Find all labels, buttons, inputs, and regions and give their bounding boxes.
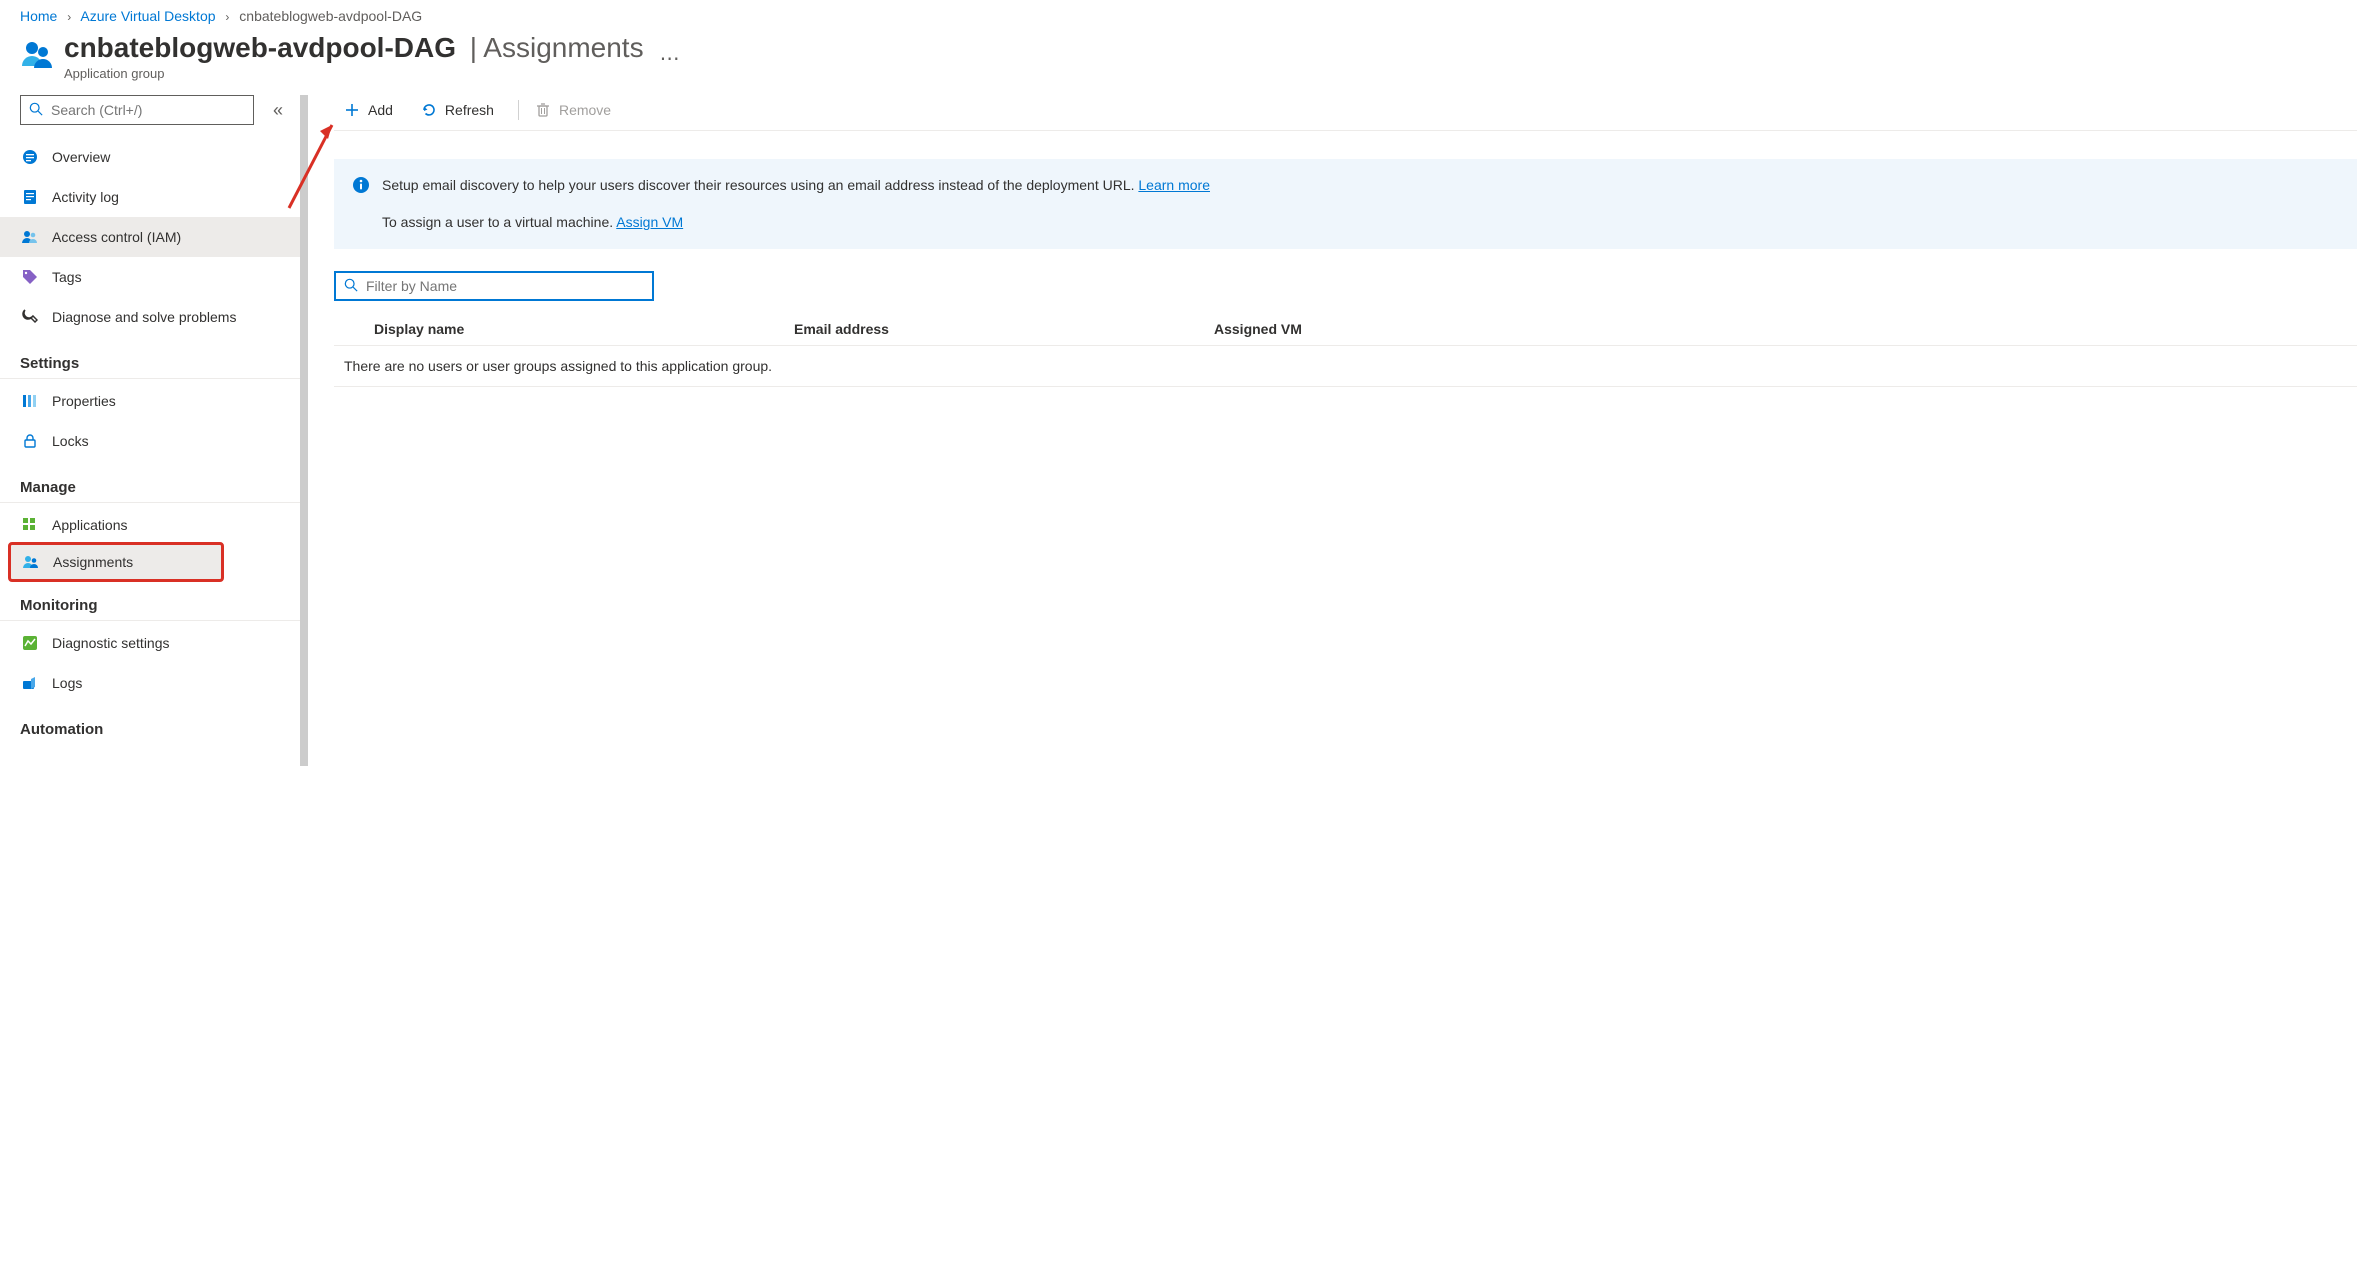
breadcrumb-home[interactable]: Home (20, 8, 57, 24)
sidebar-item-label: Tags (52, 269, 82, 285)
info-panel: Setup email discovery to help your users… (334, 159, 2357, 249)
overview-icon (20, 147, 40, 167)
application-group-icon (20, 38, 54, 72)
collapse-sidebar-icon[interactable]: « (266, 100, 290, 121)
activity-log-icon (20, 187, 40, 207)
resource-kind: Application group (64, 66, 644, 81)
divider (518, 100, 519, 120)
sidebar-item-logs[interactable]: Logs (0, 663, 300, 703)
sidebar-group-manage: Manage (0, 461, 300, 503)
more-icon[interactable]: ⋯ (660, 46, 682, 71)
filter-input[interactable] (364, 277, 644, 295)
sidebar-item-label: Logs (52, 675, 82, 691)
page-subtitle: | Assignments (462, 32, 644, 63)
sidebar-item-properties[interactable]: Properties (0, 381, 300, 421)
sidebar-item-diagnose[interactable]: Diagnose and solve problems (0, 297, 300, 337)
search-input[interactable] (49, 101, 245, 119)
sidebar-item-label: Assignments (53, 554, 133, 570)
sidebar-group-automation: Automation (0, 703, 300, 744)
sidebar-item-overview[interactable]: Overview (0, 137, 300, 177)
filter-by-name[interactable] (334, 271, 654, 301)
chevron-right-icon: › (67, 10, 71, 24)
learn-more-link[interactable]: Learn more (1138, 177, 1210, 193)
info-icon (352, 176, 370, 194)
col-email[interactable]: Email address (794, 321, 1214, 337)
breadcrumb-current[interactable]: cnbateblogweb-avdpool-DAG (239, 8, 422, 24)
logs-icon (20, 673, 40, 693)
sidebar-item-label: Diagnose and solve problems (52, 309, 236, 325)
trash-icon (535, 102, 551, 118)
add-button[interactable]: Add (334, 93, 403, 127)
remove-button[interactable]: Remove (525, 93, 621, 127)
info-line1: Setup email discovery to help your users… (382, 177, 1135, 193)
tags-icon (20, 267, 40, 287)
page-header: cnbateblogweb-avdpool-DAG | Assignments … (0, 28, 2361, 95)
info-line2-prefix: To assign a user to a virtual machine. (382, 214, 616, 230)
sidebar-item-label: Locks (52, 433, 89, 449)
sidebar-item-activity-log[interactable]: Activity log (0, 177, 300, 217)
sidebar-item-assignments[interactable]: Assignments (8, 542, 224, 582)
access-control-icon (20, 227, 40, 247)
sidebar-item-label: Properties (52, 393, 116, 409)
sidebar-item-label: Diagnostic settings (52, 635, 170, 651)
applications-icon (20, 515, 40, 535)
chevron-right-icon: › (225, 10, 229, 24)
properties-icon (20, 391, 40, 411)
sidebar-item-label: Overview (52, 149, 110, 165)
assignments-icon (21, 552, 41, 572)
sidebar-group-monitoring: Monitoring (0, 579, 300, 621)
lock-icon (20, 431, 40, 451)
assign-vm-link[interactable]: Assign VM (616, 214, 683, 230)
breadcrumb-avd[interactable]: Azure Virtual Desktop (80, 8, 215, 24)
sidebar-group-settings: Settings (0, 337, 300, 379)
main-content: Add Refresh Remove (300, 95, 2361, 766)
sidebar-item-applications[interactable]: Applications (0, 505, 300, 545)
sidebar-item-label: Access control (IAM) (52, 229, 181, 245)
page-title: cnbateblogweb-avdpool-DAG (64, 32, 456, 63)
sidebar-item-tags[interactable]: Tags (0, 257, 300, 297)
sidebar-item-label: Applications (52, 517, 128, 533)
breadcrumb: Home › Azure Virtual Desktop › cnbateblo… (0, 0, 2361, 28)
command-bar: Add Refresh Remove (334, 89, 2357, 131)
sidebar-item-label: Activity log (52, 189, 119, 205)
refresh-label: Refresh (445, 102, 494, 118)
plus-icon (344, 102, 360, 118)
sidebar-search[interactable] (20, 95, 254, 125)
sidebar: « Overview Activity log Access control (… (0, 95, 300, 766)
col-assigned-vm[interactable]: Assigned VM (1214, 321, 2357, 337)
add-label: Add (368, 102, 393, 118)
diagnostic-settings-icon (20, 633, 40, 653)
search-icon (344, 278, 358, 295)
sidebar-item-locks[interactable]: Locks (0, 421, 300, 461)
diagnose-icon (20, 307, 40, 327)
search-icon (29, 102, 43, 119)
col-display-name[interactable]: Display name (374, 321, 794, 337)
table-header: Display name Email address Assigned VM (334, 309, 2357, 346)
refresh-button[interactable]: Refresh (411, 93, 504, 127)
remove-label: Remove (559, 102, 611, 118)
sidebar-item-access-control[interactable]: Access control (IAM) (0, 217, 300, 257)
table-empty-message: There are no users or user groups assign… (334, 346, 2357, 387)
refresh-icon (421, 102, 437, 118)
sidebar-item-diagnostic-settings[interactable]: Diagnostic settings (0, 623, 300, 663)
